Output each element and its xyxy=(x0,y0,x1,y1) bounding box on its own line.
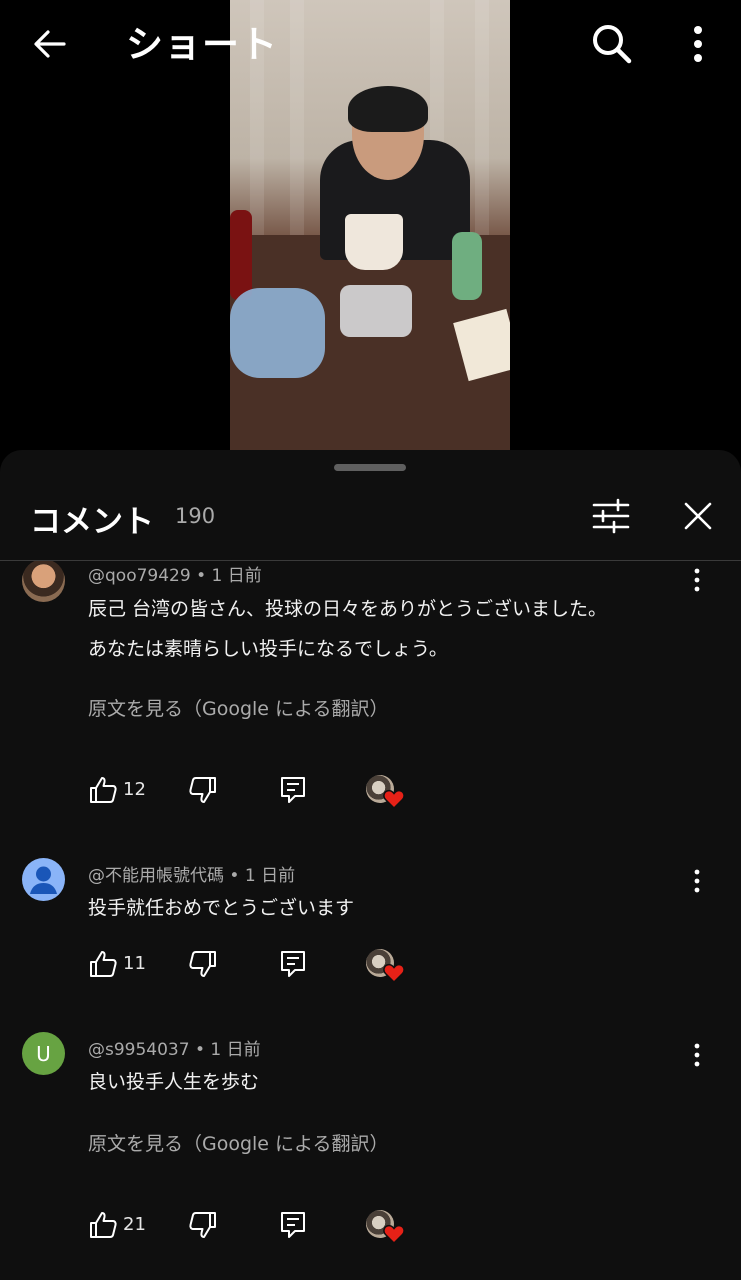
video-bowl xyxy=(345,214,403,270)
creator-heart-badge xyxy=(366,775,406,811)
heart-icon xyxy=(383,789,405,809)
dislike-button[interactable] xyxy=(188,949,218,979)
reply-icon xyxy=(281,777,305,803)
creator-heart-badge xyxy=(366,949,406,985)
comment-text-line: あなたは素晴らしい投手になるでしょう。 xyxy=(88,638,448,660)
heart-icon xyxy=(383,1224,405,1244)
close-button[interactable] xyxy=(678,496,718,536)
comment-author[interactable]: @s9954037 xyxy=(88,1040,190,1060)
reply-button[interactable] xyxy=(278,949,308,979)
like-button[interactable] xyxy=(88,775,118,805)
comment-text-line: 良い投手人生を歩む xyxy=(88,1071,260,1093)
comment-author[interactable]: @不能用帳號代碼 xyxy=(88,866,224,886)
see-original-link[interactable]: 原文を見る（Google による翻訳） xyxy=(88,1129,388,1156)
more-options-button[interactable] xyxy=(680,22,716,68)
comments-sheet: コメント 190 @qoo79429 • 1 日前 辰己 台湾の皆さん、投球の日… xyxy=(0,450,741,1280)
thumb-up-icon xyxy=(90,1212,117,1238)
comment-time: 1 日前 xyxy=(210,1040,261,1060)
reply-button[interactable] xyxy=(278,775,308,805)
close-icon xyxy=(684,502,712,530)
see-original-link[interactable]: 原文を見る（Google による翻訳） xyxy=(88,694,388,721)
thumb-down-icon xyxy=(189,951,216,977)
like-count: 11 xyxy=(123,953,146,974)
video-plastic-bag xyxy=(230,288,325,378)
comment-actions: 12 xyxy=(88,771,488,811)
avatar[interactable] xyxy=(22,561,65,602)
creator-heart-badge xyxy=(366,1210,406,1246)
comment-meta: @qoo79429 • 1 日前 xyxy=(88,566,262,586)
thumb-down-icon xyxy=(189,777,216,803)
thumb-up-icon xyxy=(90,951,117,977)
thumb-down-icon xyxy=(189,1212,216,1238)
sort-filter-button[interactable] xyxy=(590,496,632,536)
reply-icon xyxy=(281,951,305,977)
like-button[interactable] xyxy=(88,949,118,979)
avatar-letter: U xyxy=(36,1041,51,1066)
like-count: 21 xyxy=(123,1214,146,1235)
comment-text-line: 辰己 台湾の皆さん、投球の日々をありがとうございました。 xyxy=(88,598,608,620)
more-vert-icon xyxy=(694,26,702,62)
comments-count: 190 xyxy=(175,504,216,528)
video-bottle xyxy=(452,232,482,300)
filter-icon xyxy=(592,498,630,534)
comment-text: 辰己 台湾の皆さん、投球の日々をありがとうございました。 あなたは素晴らしい投手… xyxy=(88,589,698,669)
drag-handle[interactable] xyxy=(334,464,406,471)
default-person-icon xyxy=(30,866,57,894)
comment-author[interactable]: @qoo79429 xyxy=(88,566,191,586)
comments-title: コメント xyxy=(30,504,154,540)
page-title: ショート xyxy=(126,23,278,66)
like-button[interactable] xyxy=(88,1210,118,1240)
comment-actions: 11 xyxy=(88,945,488,985)
comment-time: 1 日前 xyxy=(244,866,296,886)
search-button[interactable] xyxy=(588,20,634,66)
heart-icon xyxy=(383,963,405,983)
back-arrow-icon xyxy=(34,30,66,58)
comment-meta: @不能用帳號代碼 • 1 日前 xyxy=(88,866,296,886)
search-icon xyxy=(593,25,632,64)
comment-text: 良い投手人生を歩む xyxy=(88,1062,698,1102)
comment-time: 1 日前 xyxy=(211,566,262,586)
dislike-button[interactable] xyxy=(188,775,218,805)
dislike-button[interactable] xyxy=(188,1210,218,1240)
like-count: 12 xyxy=(123,779,146,800)
top-bar: ショート xyxy=(0,0,741,90)
avatar[interactable] xyxy=(22,858,65,901)
comments-list[interactable]: @qoo79429 • 1 日前 辰己 台湾の皆さん、投球の日々をありがとうござ… xyxy=(0,561,741,1280)
comment-actions: 21 xyxy=(88,1206,488,1246)
comment-text-line: 投手就任おめでとうございます xyxy=(88,897,355,919)
reply-icon xyxy=(281,1212,305,1238)
video-container xyxy=(340,285,412,337)
video-person-hair xyxy=(348,86,428,132)
back-button[interactable] xyxy=(28,22,72,66)
reply-button[interactable] xyxy=(278,1210,308,1240)
video-bottle-cola xyxy=(230,210,252,300)
thumb-up-icon xyxy=(90,777,117,803)
comment-text: 投手就任おめでとうございます xyxy=(88,888,698,928)
comment-meta: @s9954037 • 1 日前 xyxy=(88,1040,261,1060)
avatar[interactable]: U xyxy=(22,1032,65,1075)
